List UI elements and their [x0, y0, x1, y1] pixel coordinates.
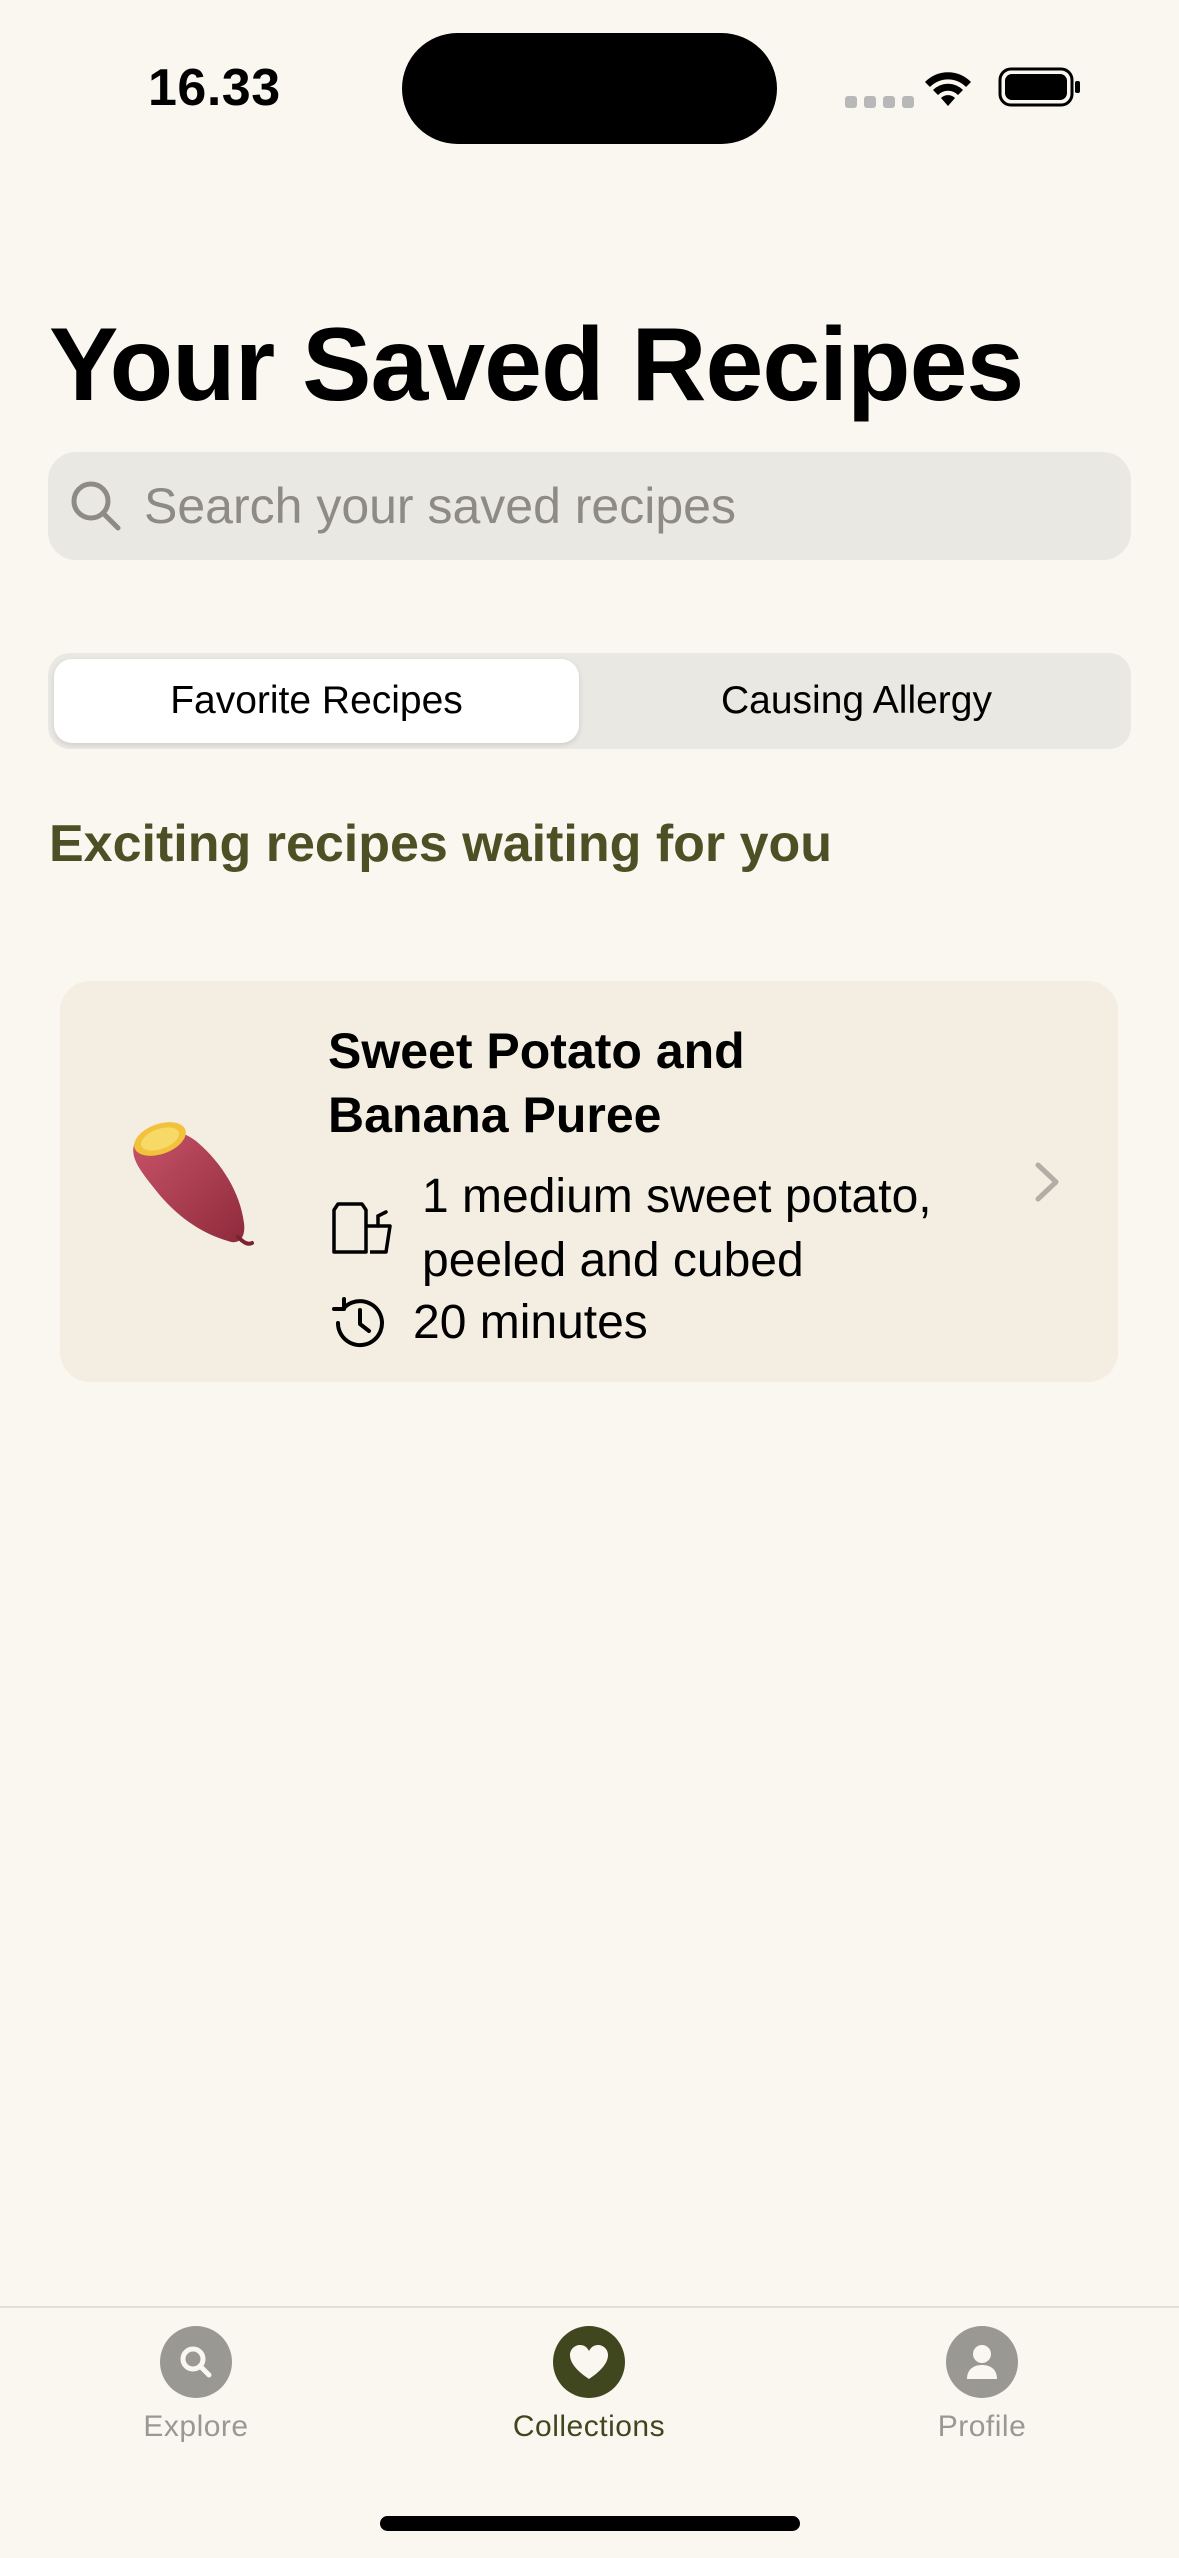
person-icon: [946, 2326, 1018, 2398]
clock-icon: [332, 1297, 384, 1348]
search-input[interactable]: [144, 466, 1104, 546]
battery-icon: [998, 67, 1080, 107]
chevron-right-icon: [1035, 1162, 1059, 1202]
tab-explore-label: Explore: [143, 2410, 249, 2443]
tab-collections-label: Collections: [512, 2410, 666, 2443]
search-icon: [71, 481, 121, 531]
segmented-control: Favorite Recipes Causing Allergy: [48, 653, 1131, 749]
recipe-time: 20 minutes: [413, 1296, 648, 1349]
signal-dots-icon: [845, 96, 914, 108]
home-indicator: [380, 2516, 800, 2531]
tab-profile[interactable]: Profile: [852, 2326, 1112, 2466]
tab-favorite-recipes[interactable]: Favorite Recipes: [54, 659, 579, 743]
search-icon: [160, 2326, 232, 2398]
tab-collections[interactable]: Collections: [459, 2326, 719, 2466]
tab-causing-allergy[interactable]: Causing Allergy: [588, 659, 1125, 743]
heart-icon: [553, 2326, 625, 2398]
wifi-icon: [925, 72, 971, 106]
tab-explore[interactable]: Explore: [66, 2326, 326, 2466]
recipe-ingredient: 1 medium sweet potato, peeled and cubed: [422, 1170, 932, 1287]
ingredients-icon: [332, 1202, 392, 1254]
status-time: 16.33: [148, 59, 281, 117]
page-title: Your Saved Recipes: [49, 307, 1024, 423]
search-bar[interactable]: [48, 452, 1131, 560]
recipe-card[interactable]: Sweet Potato and Banana Puree 1 medium s…: [60, 981, 1118, 1382]
recipe-title: Sweet Potato and Banana Puree: [328, 1023, 745, 1143]
tab-profile-label: Profile: [937, 2410, 1027, 2443]
sweet-potato-icon: [133, 1122, 254, 1246]
section-subtitle: Exciting recipes waiting for you: [49, 815, 833, 873]
dynamic-island: [402, 33, 777, 144]
